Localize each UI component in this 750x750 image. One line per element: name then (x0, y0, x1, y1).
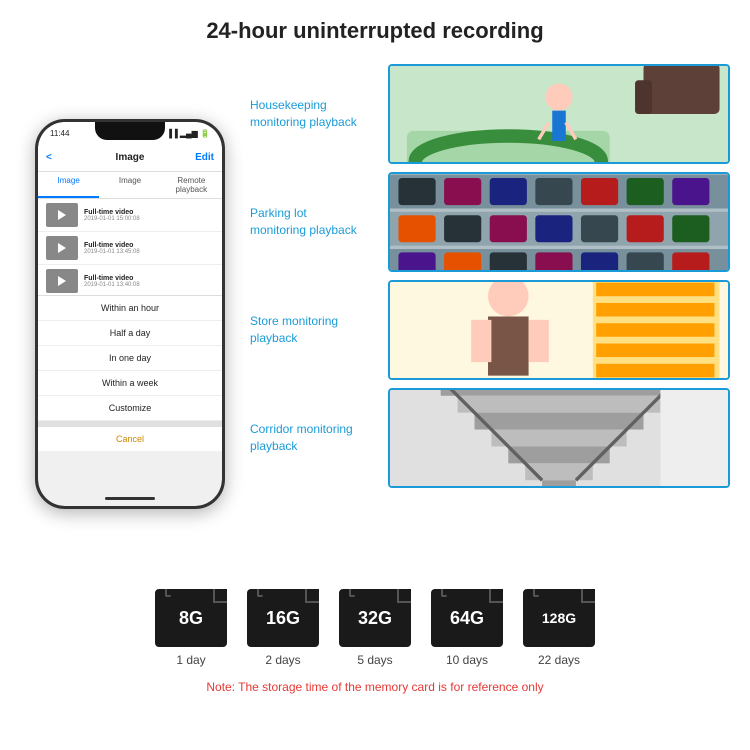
play-icon-2 (58, 243, 66, 253)
phone-notch (95, 122, 165, 140)
phone-video-title-2: Full-time video (84, 242, 214, 249)
storage-card-16g: 16G 2 days (247, 589, 319, 667)
phone-nav-title: Image (116, 152, 145, 163)
phone-video-list: Full-time video 2019-01-01 15:00:08 Full… (38, 199, 222, 298)
sd-notch-16g (257, 589, 263, 597)
sd-notch-128g (533, 589, 539, 597)
img-corridor (390, 390, 728, 486)
phone-nav-edit[interactable]: Edit (195, 152, 214, 163)
parking-svg (390, 174, 728, 270)
phone: 11:44 ▐▐ ▂▄▆ 🔋 < Image Edit Image Image … (35, 119, 225, 509)
phone-video-thumb-2 (46, 236, 78, 260)
phone-mockup: 11:44 ▐▐ ▂▄▆ 🔋 < Image Edit Image Image … (20, 54, 240, 574)
monitoring-label-4: Corridor monitoringplayback (250, 421, 380, 455)
phone-video-info-1: Full-time video 2019-01-01 15:00:08 (84, 209, 214, 222)
corridor-svg (390, 390, 728, 486)
phone-tab-image2[interactable]: Image (99, 172, 160, 198)
phone-home-indicator (105, 497, 155, 500)
phone-video-info-3: Full-time video 2019-01-01 13:40:08 (84, 275, 214, 288)
phone-video-date-2: 2019-01-01 13:45:08 (84, 249, 214, 255)
monitoring-label-2: Parking lotmonitoring playback (250, 205, 380, 239)
phone-icons: ▐▐ ▂▄▆ 🔋 (166, 129, 210, 138)
img-store (390, 282, 728, 378)
play-icon-3 (58, 276, 66, 286)
phone-screen: 11:44 ▐▐ ▂▄▆ 🔋 < Image Edit Image Image … (38, 122, 222, 506)
monitoring-label-3: Store monitoringplayback (250, 313, 380, 347)
phone-video-date-1: 2019-01-01 15:00:08 (84, 216, 214, 222)
monitoring-row-1: Housekeepingmonitoring playback (250, 64, 730, 164)
sd-card-8g: 8G (155, 589, 227, 647)
main-content: 11:44 ▐▐ ▂▄▆ 🔋 < Image Edit Image Image … (0, 54, 750, 574)
phone-nav-bar: < Image Edit (38, 144, 222, 172)
right-panel: Housekeepingmonitoring playback (250, 54, 730, 574)
dropdown-cancel[interactable]: Cancel (38, 421, 222, 451)
storage-card-128g: 128G 22 days (523, 589, 595, 667)
monitoring-row-3: Store monitoringplayback (250, 280, 730, 380)
storage-card-32g: 32G 5 days (339, 589, 411, 667)
phone-tab-remote[interactable]: Remote playback (161, 172, 222, 198)
phone-time: 11:44 (50, 129, 69, 138)
monitoring-image-3 (388, 280, 730, 380)
dropdown-item-4[interactable]: Within a week (38, 371, 222, 396)
sd-days-32g: 5 days (357, 653, 392, 667)
phone-video-item-2[interactable]: Full-time video 2019-01-01 13:45:08 (38, 232, 222, 265)
phone-tabs: Image Image Remote playback (38, 172, 222, 199)
sd-days-128g: 22 days (538, 653, 580, 667)
phone-video-thumb-3 (46, 269, 78, 293)
housekeeping-svg (390, 66, 728, 162)
dropdown-item-5[interactable]: Customize (38, 396, 222, 421)
play-icon-1 (58, 210, 66, 220)
img-parking (390, 174, 728, 270)
monitoring-row-2: Parking lotmonitoring playback (250, 172, 730, 272)
sd-days-8g: 1 day (176, 653, 205, 667)
phone-video-thumb-1 (46, 203, 78, 227)
sd-capacity-32g: 32G (358, 608, 392, 629)
sd-notch-8g (165, 589, 171, 597)
monitoring-image-2 (388, 172, 730, 272)
dropdown-item-3[interactable]: In one day (38, 346, 222, 371)
sd-days-64g: 10 days (446, 653, 488, 667)
phone-video-info-2: Full-time video 2019-01-01 13:45:08 (84, 242, 214, 255)
phone-nav-back[interactable]: < (46, 152, 52, 163)
monitoring-label-1: Housekeepingmonitoring playback (250, 97, 380, 131)
dropdown-item-1[interactable]: Within an hour (38, 296, 222, 321)
monitoring-image-4 (388, 388, 730, 488)
phone-video-item-1[interactable]: Full-time video 2019-01-01 15:00:08 (38, 199, 222, 232)
phone-video-item-3[interactable]: Full-time video 2019-01-01 13:40:08 (38, 265, 222, 298)
monitoring-row-4: Corridor monitoringplayback (250, 388, 730, 488)
phone-tab-image[interactable]: Image (38, 172, 99, 198)
sd-capacity-128g: 128G (542, 610, 576, 626)
phone-dropdown: Within an hour Half a day In one day Wit… (38, 295, 222, 451)
phone-video-date-3: 2019-01-01 13:40:08 (84, 282, 214, 288)
storage-card-64g: 64G 10 days (431, 589, 503, 667)
store-svg (390, 282, 728, 378)
monitoring-image-1 (388, 64, 730, 164)
sd-card-16g: 16G (247, 589, 319, 647)
phone-video-title-1: Full-time video (84, 209, 214, 216)
note-text: Note: The storage time of the memory car… (206, 680, 543, 694)
phone-video-title-3: Full-time video (84, 275, 214, 282)
sd-capacity-64g: 64G (450, 608, 484, 629)
sd-card-128g: 128G (523, 589, 595, 647)
sd-capacity-8g: 8G (179, 608, 203, 629)
storage-section: 8G 1 day 16G 2 days 32G 5 days 64G 10 da… (0, 574, 750, 672)
sd-card-64g: 64G (431, 589, 503, 647)
note-section: Note: The storage time of the memory car… (0, 672, 750, 702)
page-title: 24-hour uninterrupted recording (0, 0, 750, 54)
sd-notch-64g (441, 589, 447, 597)
sd-notch-32g (349, 589, 355, 597)
sd-card-32g: 32G (339, 589, 411, 647)
sd-capacity-16g: 16G (266, 608, 300, 629)
storage-card-8g: 8G 1 day (155, 589, 227, 667)
dropdown-item-2[interactable]: Half a day (38, 321, 222, 346)
img-housekeeping (390, 66, 728, 162)
sd-days-16g: 2 days (265, 653, 300, 667)
